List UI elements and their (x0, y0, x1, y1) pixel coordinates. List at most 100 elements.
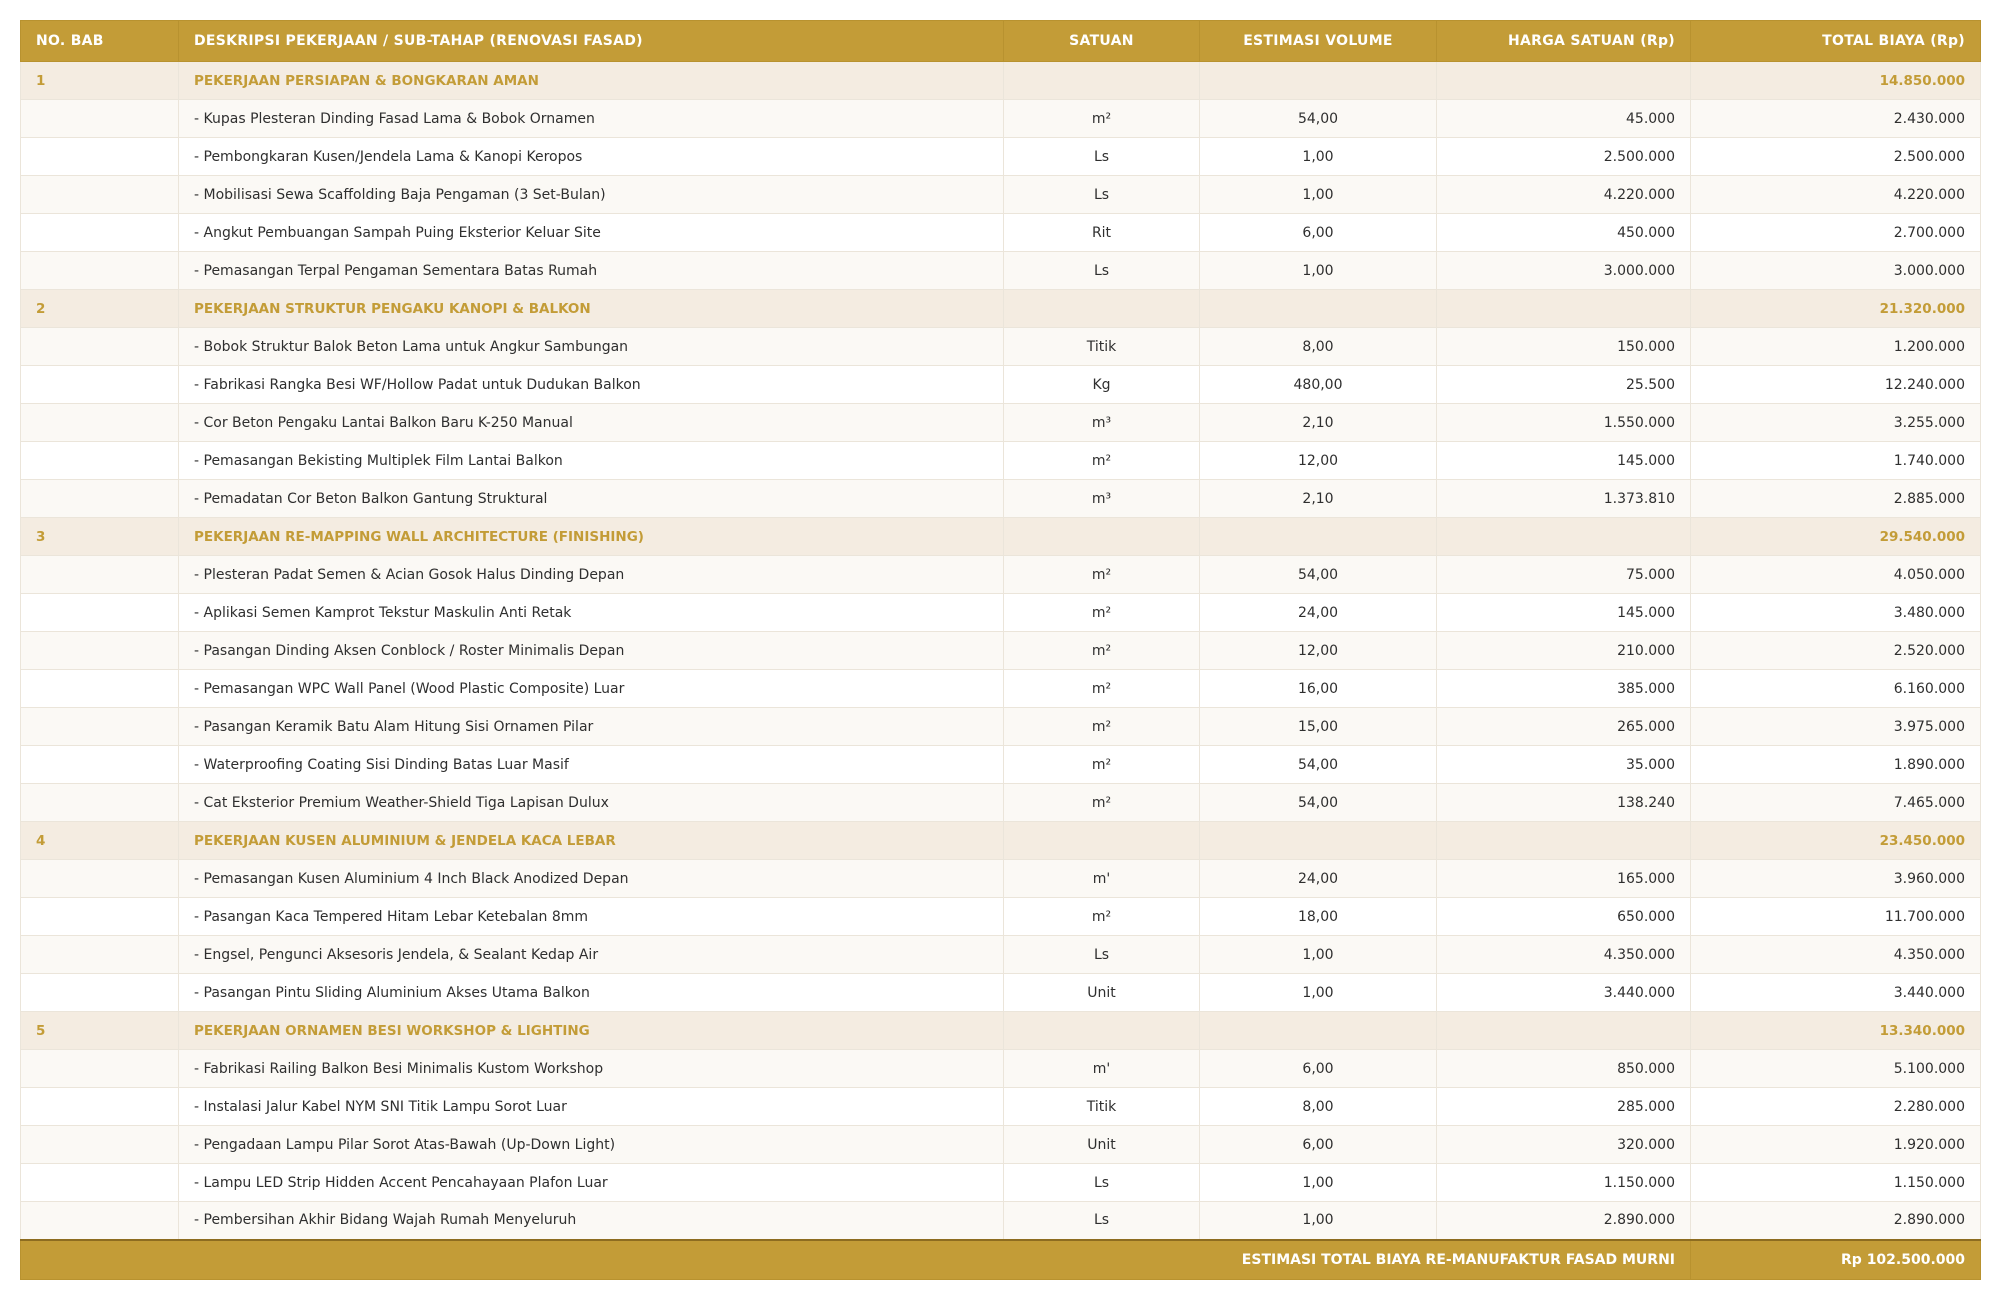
row-unit-price: 2.890.000 (1436, 1201, 1691, 1240)
row-total: 1.200.000 (1690, 327, 1981, 366)
section-total: 29.540.000 (1690, 517, 1981, 556)
row-total: 2.430.000 (1690, 99, 1981, 138)
row-unit: Kg (1003, 365, 1200, 404)
row-description: - Pemasangan Bekisting Multiplek Film La… (178, 441, 1004, 480)
row-unit: Ls (1003, 175, 1200, 214)
row-total: 1.150.000 (1690, 1163, 1981, 1202)
section-title: PEKERJAAN ORNAMEN BESI WORKSHOP & LIGHTI… (178, 1011, 1004, 1050)
table-row[interactable]: - Pengadaan Lampu Pilar Sorot Atas-Bawah… (20, 1125, 1981, 1164)
table-row[interactable]: - Pasangan Pintu Sliding Aluminium Akses… (20, 973, 1981, 1012)
column-header-no-bab[interactable]: NO. BAB (20, 20, 179, 62)
row-description: - Cor Beton Pengaku Lantai Balkon Baru K… (178, 403, 1004, 442)
section-number: 4 (20, 821, 179, 860)
column-header-unit[interactable]: SATUAN (1003, 20, 1200, 62)
table-row[interactable]: - Pemasangan Bekisting Multiplek Film La… (20, 441, 1981, 480)
row-volume: 8,00 (1199, 1087, 1437, 1126)
section-row[interactable]: 3 PEKERJAAN RE-MAPPING WALL ARCHITECTURE … (20, 517, 1981, 556)
row-unit: m² (1003, 593, 1200, 632)
row-unit-price: 4.350.000 (1436, 935, 1691, 974)
row-unit: Ls (1003, 935, 1200, 974)
row-unit-price: 285.000 (1436, 1087, 1691, 1126)
row-number-empty (20, 251, 179, 290)
row-number-empty (20, 935, 179, 974)
row-unit-price: 3.000.000 (1436, 251, 1691, 290)
row-volume: 6,00 (1199, 1049, 1437, 1088)
table-row[interactable]: - Aplikasi Semen Kamprot Tekstur Maskuli… (20, 593, 1981, 632)
row-number-empty (20, 745, 179, 784)
table-row[interactable]: - Angkut Pembuangan Sampah Puing Eksteri… (20, 213, 1981, 252)
section-price-empty (1436, 821, 1691, 860)
row-volume: 16,00 (1199, 669, 1437, 708)
row-unit-price: 850.000 (1436, 1049, 1691, 1088)
row-number-empty (20, 1125, 179, 1164)
row-volume: 54,00 (1199, 783, 1437, 822)
row-total: 1.920.000 (1690, 1125, 1981, 1164)
row-total: 3.960.000 (1690, 859, 1981, 898)
table-row[interactable]: - Pasangan Kaca Tempered Hitam Lebar Ket… (20, 897, 1981, 936)
row-unit-price: 165.000 (1436, 859, 1691, 898)
section-volume-empty (1199, 289, 1437, 328)
row-total: 3.975.000 (1690, 707, 1981, 746)
table-row[interactable]: - Pemasangan Kusen Aluminium 4 Inch Blac… (20, 859, 1981, 898)
table-row[interactable]: - Pemadatan Cor Beton Balkon Gantung Str… (20, 479, 1981, 518)
row-unit: Ls (1003, 251, 1200, 290)
table-row[interactable]: - Engsel, Pengunci Aksesoris Jendela, & … (20, 935, 1981, 974)
section-price-empty (1436, 1011, 1691, 1050)
column-header-description[interactable]: DESKRIPSI PEKERJAAN / SUB-TAHAP (RENOVAS… (178, 20, 1004, 62)
section-row[interactable]: 5 PEKERJAAN ORNAMEN BESI WORKSHOP & LIGHT… (20, 1011, 1981, 1050)
table-row[interactable]: - Pemasangan Terpal Pengaman Sementara B… (20, 251, 1981, 290)
column-header-total-cost[interactable]: TOTAL BIAYA (Rp) (1690, 20, 1981, 62)
section-row[interactable]: 4 PEKERJAAN KUSEN ALUMINIUM & JENDELA KAC… (20, 821, 1981, 860)
row-number-empty (20, 441, 179, 480)
row-unit: m² (1003, 707, 1200, 746)
row-number-empty (20, 669, 179, 708)
row-total: 5.100.000 (1690, 1049, 1981, 1088)
row-unit-price: 75.000 (1436, 555, 1691, 594)
table-row[interactable]: - Fabrikasi Rangka Besi WF/Hollow Padat … (20, 365, 1981, 404)
row-number-empty (20, 631, 179, 670)
table-row[interactable]: - Pembongkaran Kusen/Jendela Lama & Kano… (20, 137, 1981, 176)
section-row[interactable]: 1 PEKERJAAN PERSIAPAN & BONGKARAN AMAN 14.… (20, 61, 1981, 100)
row-unit-price: 150.000 (1436, 327, 1691, 366)
table-row[interactable]: - Fabrikasi Railing Balkon Besi Minimali… (20, 1049, 1981, 1088)
row-unit-price: 1.550.000 (1436, 403, 1691, 442)
table-row[interactable]: - Lampu LED Strip Hidden Accent Pencahay… (20, 1163, 1981, 1202)
row-volume: 15,00 (1199, 707, 1437, 746)
row-total: 4.220.000 (1690, 175, 1981, 214)
row-description: - Cat Eksterior Premium Weather-Shield T… (178, 783, 1004, 822)
column-header-volume[interactable]: ESTIMASI VOLUME (1199, 20, 1437, 62)
grand-total-value: Rp 102.500.000 (1690, 1238, 1981, 1280)
table-row[interactable]: - Pasangan Keramik Batu Alam Hitung Sisi… (20, 707, 1981, 746)
row-unit-price: 265.000 (1436, 707, 1691, 746)
row-unit-price: 450.000 (1436, 213, 1691, 252)
row-unit-price: 4.220.000 (1436, 175, 1691, 214)
table-row[interactable]: - Plesteran Padat Semen & Acian Gosok Ha… (20, 555, 1981, 594)
row-volume: 1,00 (1199, 137, 1437, 176)
row-unit: m² (1003, 555, 1200, 594)
row-number-empty (20, 555, 179, 594)
table-row[interactable]: - Cat Eksterior Premium Weather-Shield T… (20, 783, 1981, 822)
row-description: - Pemasangan WPC Wall Panel (Wood Plasti… (178, 669, 1004, 708)
table-row[interactable]: - Kupas Plesteran Dinding Fasad Lama & B… (20, 99, 1981, 138)
section-number: 3 (20, 517, 179, 556)
row-description: - Pengadaan Lampu Pilar Sorot Atas-Bawah… (178, 1125, 1004, 1164)
section-total: 14.850.000 (1690, 61, 1981, 100)
row-description: - Bobok Struktur Balok Beton Lama untuk … (178, 327, 1004, 366)
row-total: 1.890.000 (1690, 745, 1981, 784)
grand-total-row: ESTIMASI TOTAL BIAYA RE-MANUFAKTUR FASAD… (20, 1238, 1981, 1280)
row-number-empty (20, 973, 179, 1012)
row-description: - Fabrikasi Railing Balkon Besi Minimali… (178, 1049, 1004, 1088)
row-number-empty (20, 99, 179, 138)
table-row[interactable]: - Waterproofing Coating Sisi Dinding Bat… (20, 745, 1981, 784)
table-row[interactable]: - Mobilisasi Sewa Scaffolding Baja Penga… (20, 175, 1981, 214)
column-header-unit-price[interactable]: HARGA SATUAN (Rp) (1436, 20, 1691, 62)
table-row[interactable]: - Pasangan Dinding Aksen Conblock / Rost… (20, 631, 1981, 670)
table-row[interactable]: - Cor Beton Pengaku Lantai Balkon Baru K… (20, 403, 1981, 442)
table-row[interactable]: - Pemasangan WPC Wall Panel (Wood Plasti… (20, 669, 1981, 708)
table-row[interactable]: - Instalasi Jalur Kabel NYM SNI Titik La… (20, 1087, 1981, 1126)
section-row[interactable]: 2 PEKERJAAN STRUKTUR PENGAKU KANOPI & BAL… (20, 289, 1981, 328)
table-row[interactable]: - Pembersihan Akhir Bidang Wajah Rumah M… (20, 1201, 1981, 1240)
row-number-empty (20, 783, 179, 822)
table-row[interactable]: - Bobok Struktur Balok Beton Lama untuk … (20, 327, 1981, 366)
row-total: 11.700.000 (1690, 897, 1981, 936)
